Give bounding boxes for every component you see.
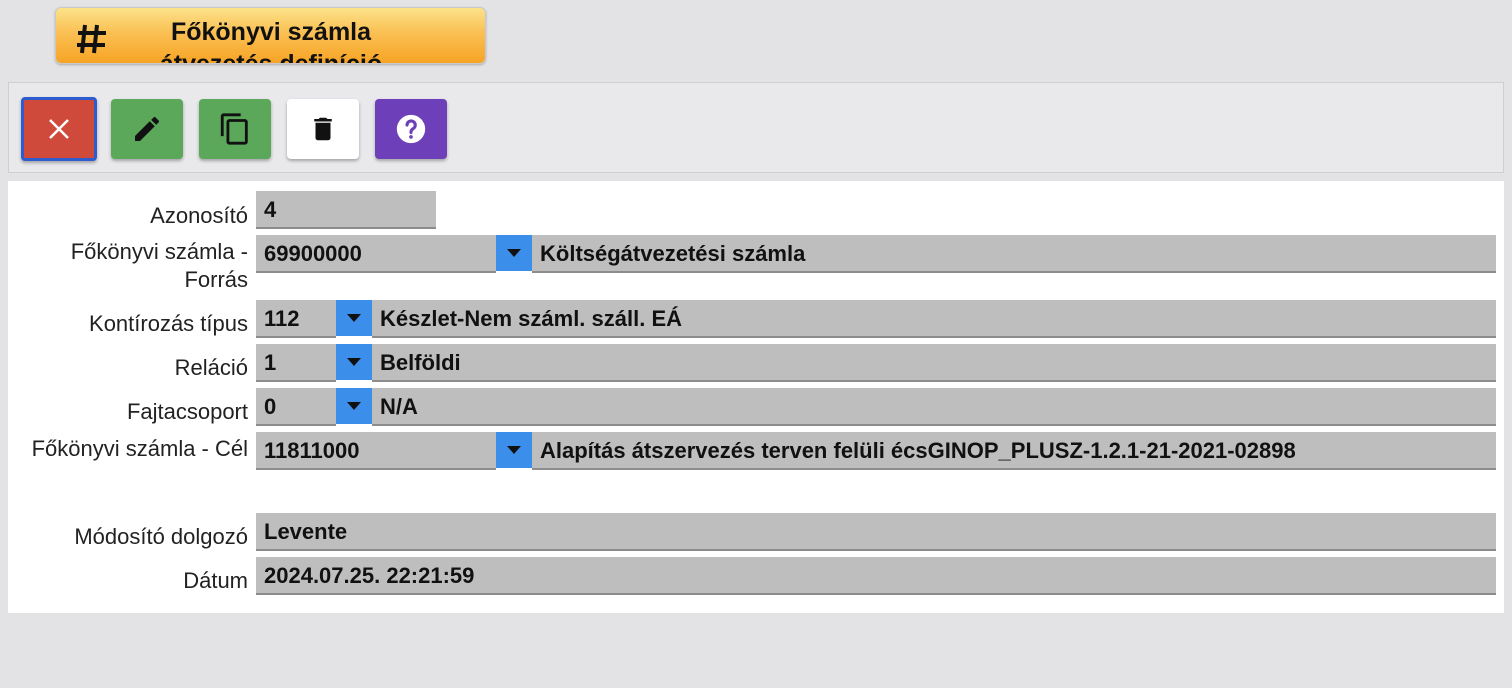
- id-label: Azonosító: [150, 203, 248, 228]
- type-group-label: Fajtacsoport: [126, 399, 248, 424]
- close-icon: [46, 116, 72, 142]
- type-group-dropdown-button[interactable]: [336, 388, 372, 424]
- chevron-down-icon: [347, 358, 361, 366]
- chevron-down-icon: [347, 314, 361, 322]
- hashtag-icon: [75, 22, 109, 56]
- date-label: Dátum: [183, 568, 248, 593]
- relation-dropdown-button[interactable]: [336, 344, 372, 380]
- chevron-down-icon: [507, 249, 521, 257]
- posting-type-code-field[interactable]: 112: [256, 300, 336, 336]
- copy-icon: [218, 112, 252, 146]
- source-account-code-field[interactable]: 69900000: [256, 235, 496, 271]
- type-group-name-field: N/A: [372, 388, 1496, 424]
- source-account-dropdown-button[interactable]: [496, 235, 532, 271]
- relation-code-field[interactable]: 1: [256, 344, 336, 380]
- target-account-dropdown-button[interactable]: [496, 432, 532, 468]
- trash-icon: [308, 114, 338, 144]
- relation-label: Reláció: [174, 355, 248, 380]
- id-field: 4: [256, 191, 436, 227]
- posting-type-name-field: Készlet-Nem száml. száll. EÁ: [372, 300, 1496, 336]
- chevron-down-icon: [507, 446, 521, 454]
- pencil-icon: [131, 113, 163, 145]
- detail-form: Azonosító 4 Főkönyvi számla - Forrás 699…: [8, 181, 1504, 613]
- toolbar: [8, 82, 1504, 173]
- type-group-code-field[interactable]: 0: [256, 388, 336, 424]
- source-account-name-field: Költségátvezetési számla: [532, 235, 1496, 271]
- posting-type-dropdown-button[interactable]: [336, 300, 372, 336]
- modifier-field: Levente: [256, 513, 1496, 549]
- copy-button[interactable]: [199, 99, 271, 159]
- help-button[interactable]: [375, 99, 447, 159]
- delete-button[interactable]: [287, 99, 359, 159]
- source-account-label: Főkönyvi számla - Forrás: [70, 239, 248, 292]
- target-account-label: Főkönyvi számla - Cél: [31, 436, 248, 461]
- edit-button[interactable]: [111, 99, 183, 159]
- relation-name-field: Belföldi: [372, 344, 1496, 380]
- tab-title: Főkönyvi számla átvezetés definíció: [159, 18, 383, 64]
- tab-header[interactable]: Főkönyvi számla átvezetés definíció: [55, 7, 486, 64]
- chevron-down-icon: [347, 402, 361, 410]
- modifier-label: Módosító dolgozó: [74, 524, 248, 549]
- target-account-name-field: Alapítás átszervezés terven felüli écsGI…: [532, 432, 1496, 468]
- posting-type-label: Kontírozás típus: [89, 311, 248, 336]
- target-account-code-field[interactable]: 11811000: [256, 432, 496, 468]
- date-field: 2024.07.25. 22:21:59: [256, 557, 1496, 593]
- help-icon: [394, 112, 428, 146]
- close-button[interactable]: [21, 97, 97, 161]
